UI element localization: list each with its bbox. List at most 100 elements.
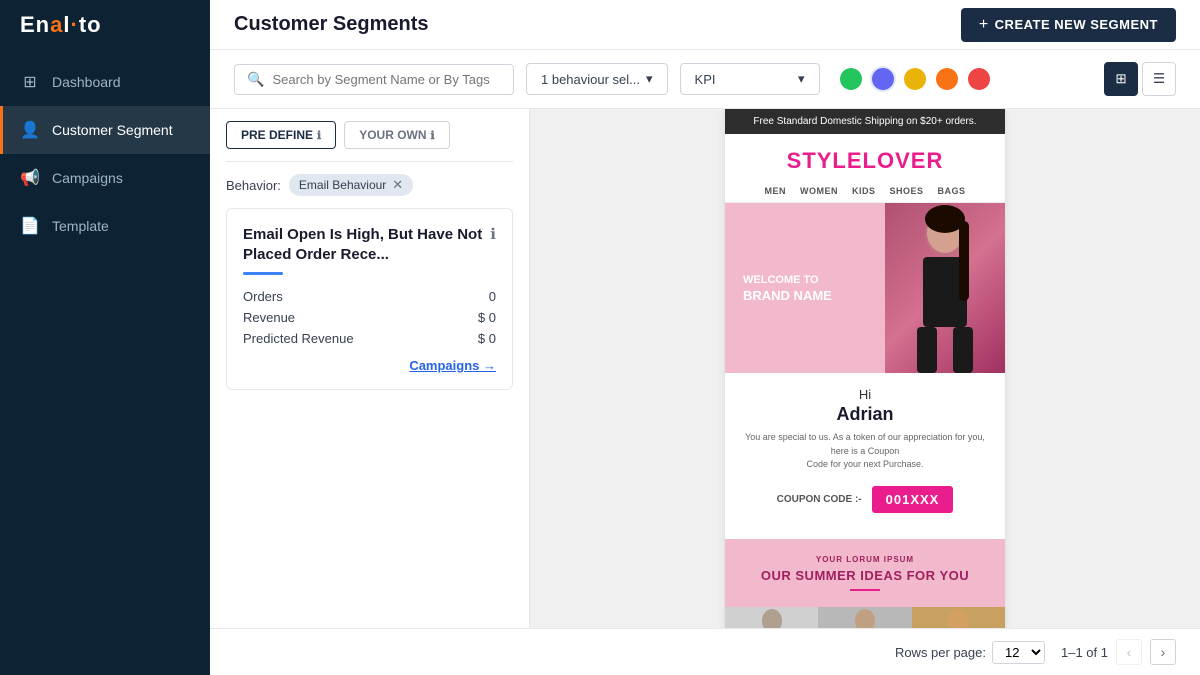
rows-dropdown[interactable]: 12 24 48 xyxy=(992,641,1045,664)
color-filter xyxy=(840,68,990,90)
grid-view-button[interactable]: ⊞ xyxy=(1104,62,1138,96)
create-segment-button[interactable]: + CREATE NEW SEGMENT xyxy=(961,8,1176,42)
nav-bags: BAGS xyxy=(938,186,966,196)
prev-arrow-icon: ‹ xyxy=(1127,644,1132,660)
page-range: 1–1 of 1 xyxy=(1061,645,1108,660)
kpi-dropdown-label: KPI xyxy=(695,72,716,87)
revenue-value: $ 0 xyxy=(478,310,496,325)
color-dot-blue[interactable] xyxy=(872,68,894,90)
behavior-tag: Email Behaviour ✕ xyxy=(289,174,413,196)
tab-your-own-label: YOUR OWN xyxy=(359,128,426,142)
behaviour-dropdown-label: 1 behaviour sel... xyxy=(541,72,640,87)
segment-card-title: Email Open Is High, But Have Not Placed … xyxy=(243,225,496,264)
behaviour-dropdown[interactable]: 1 behaviour sel... ▾ xyxy=(526,63,668,95)
behavior-tag-close[interactable]: ✕ xyxy=(392,177,403,193)
email-logo-accent: LOVER xyxy=(863,148,944,173)
campaigns-icon: 📢 xyxy=(20,168,40,188)
email-summer-section: YOUR LORUM IPSUM OUR SUMMER IDEAS FOR YO… xyxy=(725,539,1005,607)
model-figure-1 xyxy=(742,607,802,629)
email-body: Hi Adrian You are special to us. As a to… xyxy=(725,373,1005,539)
predicted-label: Predicted Revenue xyxy=(243,331,354,346)
model-img-2 xyxy=(818,607,911,629)
color-dot-green[interactable] xyxy=(840,68,862,90)
model-figure-2 xyxy=(835,607,895,629)
page-title: Customer Segments xyxy=(234,13,429,36)
sidebar-item-label: Customer Segment xyxy=(52,122,173,138)
search-input[interactable] xyxy=(272,72,501,87)
behavior-label: Behavior: xyxy=(226,178,281,193)
tab-pre-define[interactable]: PRE DEFINE ℹ xyxy=(226,121,336,149)
sidebar-item-campaigns[interactable]: 📢 Campaigns xyxy=(0,154,210,202)
sidebar-item-label: Template xyxy=(52,218,109,234)
coupon-code: 001XXX xyxy=(872,486,954,513)
hero-brand: BRAND NAME xyxy=(743,288,832,303)
left-panel: PRE DEFINE ℹ YOUR OWN ℹ Behavior: Email … xyxy=(210,109,530,628)
segment-card: ℹ Email Open Is High, But Have Not Place… xyxy=(226,208,513,390)
sidebar-nav: ⊞ Dashboard 👤 Customer Segment 📢 Campaig… xyxy=(0,58,210,250)
view-toggle: ⊞ ☰ xyxy=(1104,62,1176,96)
email-logo-text: STYLE xyxy=(787,148,863,173)
kpi-chevron-icon: ▾ xyxy=(798,71,805,87)
main-content: Customer Segments + CREATE NEW SEGMENT 🔍… xyxy=(210,0,1200,675)
orders-label: Orders xyxy=(243,289,283,304)
color-dot-orange[interactable] xyxy=(936,68,958,90)
model-figure xyxy=(885,203,1005,373)
nav-shoes: SHOES xyxy=(889,186,923,196)
prev-page-button[interactable]: ‹ xyxy=(1116,639,1142,665)
summer-title: OUR SUMMER IDEAS FOR YOU xyxy=(741,568,989,583)
email-logo: STYLELOVER xyxy=(725,148,1005,174)
campaigns-link-text: Campaigns → xyxy=(409,358,496,373)
logo: Enal·to xyxy=(0,0,210,50)
tab-pre-define-label: PRE DEFINE xyxy=(241,128,313,142)
email-hero: WELCOME TO BRAND NAME xyxy=(725,203,1005,373)
kpi-dropdown[interactable]: KPI ▾ xyxy=(680,63,820,95)
right-panel: Free Standard Domestic Shipping on $20+ … xyxy=(530,109,1200,628)
list-view-button[interactable]: ☰ xyxy=(1142,62,1176,96)
behavior-row: Behavior: Email Behaviour ✕ xyxy=(226,174,513,196)
grid-icon: ⊞ xyxy=(1115,71,1126,87)
revenue-label: Revenue xyxy=(243,310,295,325)
rows-per-page: Rows per page: 12 24 48 xyxy=(895,641,1045,664)
revenue-row: Revenue $ 0 xyxy=(243,310,496,325)
email-greeting: Hi xyxy=(741,387,989,402)
sidebar-item-template[interactable]: 📄 Template xyxy=(0,202,210,250)
email-models-row xyxy=(725,607,1005,629)
coupon-label: COUPON CODE :- xyxy=(777,494,862,505)
list-icon: ☰ xyxy=(1153,71,1165,87)
template-icon: 📄 xyxy=(20,216,40,236)
info-icon-yourown: ℹ xyxy=(431,129,435,142)
email-message: You are special to us. As a token of our… xyxy=(741,431,989,472)
logo-dot: a xyxy=(50,12,63,37)
predicted-value: $ 0 xyxy=(478,331,496,346)
hero-text: WELCOME TO BRAND NAME xyxy=(743,273,832,303)
summer-label: YOUR LORUM IPSUM xyxy=(741,555,989,564)
email-recipient: Adrian xyxy=(741,404,989,425)
sidebar-item-dashboard[interactable]: ⊞ Dashboard xyxy=(0,58,210,106)
logo-text: Enal·to xyxy=(20,12,102,38)
filter-bar: 🔍 1 behaviour sel... ▾ KPI ▾ ⊞ ☰ xyxy=(210,50,1200,109)
card-info-icon[interactable]: ℹ xyxy=(490,225,496,243)
page-nav: 1–1 of 1 ‹ › xyxy=(1061,639,1176,665)
tab-your-own[interactable]: YOUR OWN ℹ xyxy=(344,121,450,149)
tab-row: PRE DEFINE ℹ YOUR OWN ℹ xyxy=(226,109,513,162)
hero-welcome: WELCOME TO xyxy=(743,273,832,288)
email-banner: Free Standard Domestic Shipping on $20+ … xyxy=(725,109,1005,134)
color-dot-red[interactable] xyxy=(968,68,990,90)
email-nav: MEN WOMEN KIDS SHOES BAGS xyxy=(725,178,1005,203)
campaigns-link[interactable]: Campaigns → xyxy=(243,358,496,373)
email-template-preview: Free Standard Domestic Shipping on $20+ … xyxy=(725,109,1005,628)
orders-row: Orders 0 xyxy=(243,289,496,304)
model-svg xyxy=(895,203,995,373)
next-page-button[interactable]: › xyxy=(1150,639,1176,665)
color-dot-yellow[interactable] xyxy=(904,68,926,90)
email-logo-area: STYLELOVER xyxy=(725,134,1005,178)
create-button-label: CREATE NEW SEGMENT xyxy=(995,17,1158,32)
next-arrow-icon: › xyxy=(1161,644,1166,660)
sidebar-item-customer-segment[interactable]: 👤 Customer Segment xyxy=(0,106,210,154)
content-area: PRE DEFINE ℹ YOUR OWN ℹ Behavior: Email … xyxy=(210,109,1200,628)
hero-model-image xyxy=(885,203,1005,373)
search-icon: 🔍 xyxy=(247,71,264,88)
search-wrapper[interactable]: 🔍 xyxy=(234,64,514,95)
nav-men: MEN xyxy=(764,186,786,196)
nav-women: WOMEN xyxy=(800,186,838,196)
